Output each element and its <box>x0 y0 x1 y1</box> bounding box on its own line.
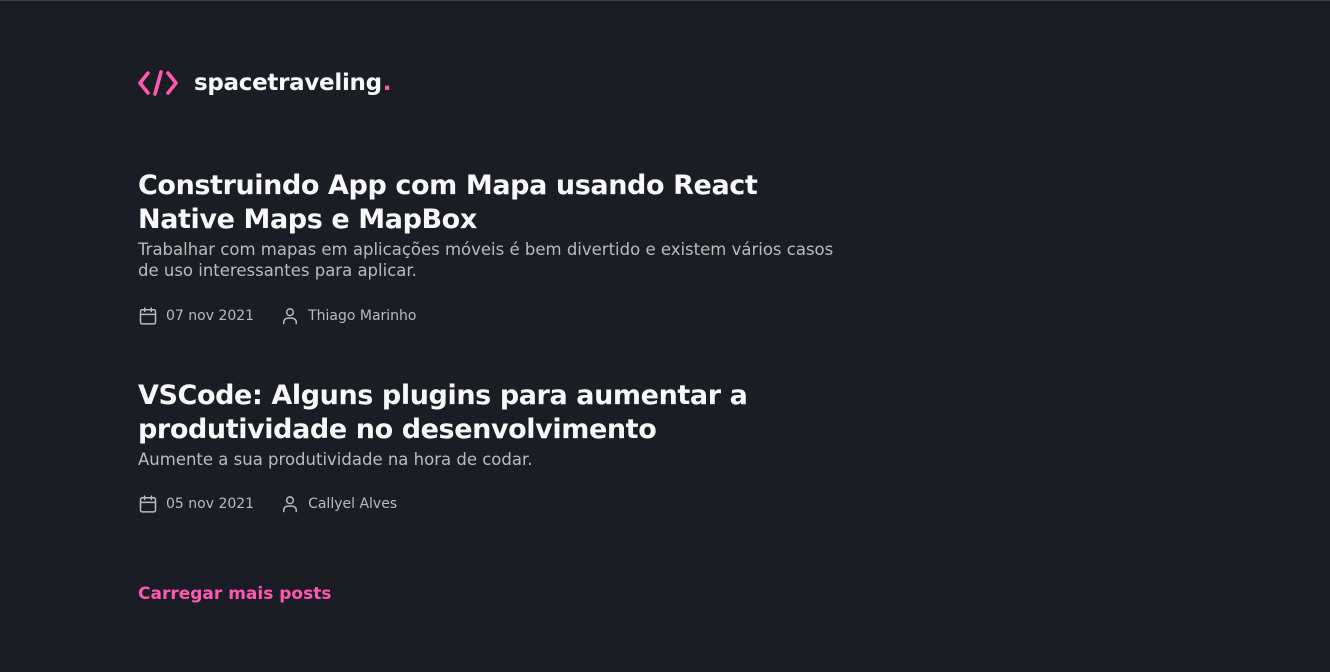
load-more-button[interactable]: Carregar mais posts <box>138 584 331 604</box>
post-date-text: 07 nov 2021 <box>166 308 255 324</box>
calendar-icon <box>139 495 157 513</box>
code-brackets-icon <box>138 70 178 96</box>
post-info: 05 nov 2021 Callyel Alves <box>138 494 838 514</box>
post-subtitle: Aumente a sua produtividade na hora de c… <box>138 450 533 469</box>
user-icon <box>283 308 298 325</box>
post-author: Thiago Marinho <box>280 306 417 326</box>
post-subtitle: Trabalhar com mapas em aplicações móveis… <box>138 240 834 280</box>
post-card[interactable]: VSCode: Alguns plugins para aumentar a p… <box>138 379 838 514</box>
post-author: Callyel Alves <box>280 494 397 514</box>
logo-text: spacetraveling <box>194 70 382 96</box>
post-date: 05 nov 2021 <box>138 494 254 514</box>
post-card[interactable]: Construindo App com Mapa usando React Na… <box>138 169 838 326</box>
logo-dot: . <box>382 70 392 96</box>
post-author-text: Thiago Marinho <box>308 308 417 324</box>
post-title[interactable]: VSCode: Alguns plugins para aumentar a p… <box>138 379 838 447</box>
user-icon <box>283 496 298 513</box>
post-author-text: Callyel Alves <box>308 496 398 512</box>
post-date: 07 nov 2021 <box>138 306 254 326</box>
post-title[interactable]: Construindo App com Mapa usando React Na… <box>138 169 838 237</box>
post-info: 07 nov 2021 Thiago Marinho <box>138 306 838 326</box>
post-date-text: 05 nov 2021 <box>166 496 255 512</box>
logo-link[interactable]: spacetraveling . <box>138 68 392 98</box>
calendar-icon <box>139 307 157 325</box>
